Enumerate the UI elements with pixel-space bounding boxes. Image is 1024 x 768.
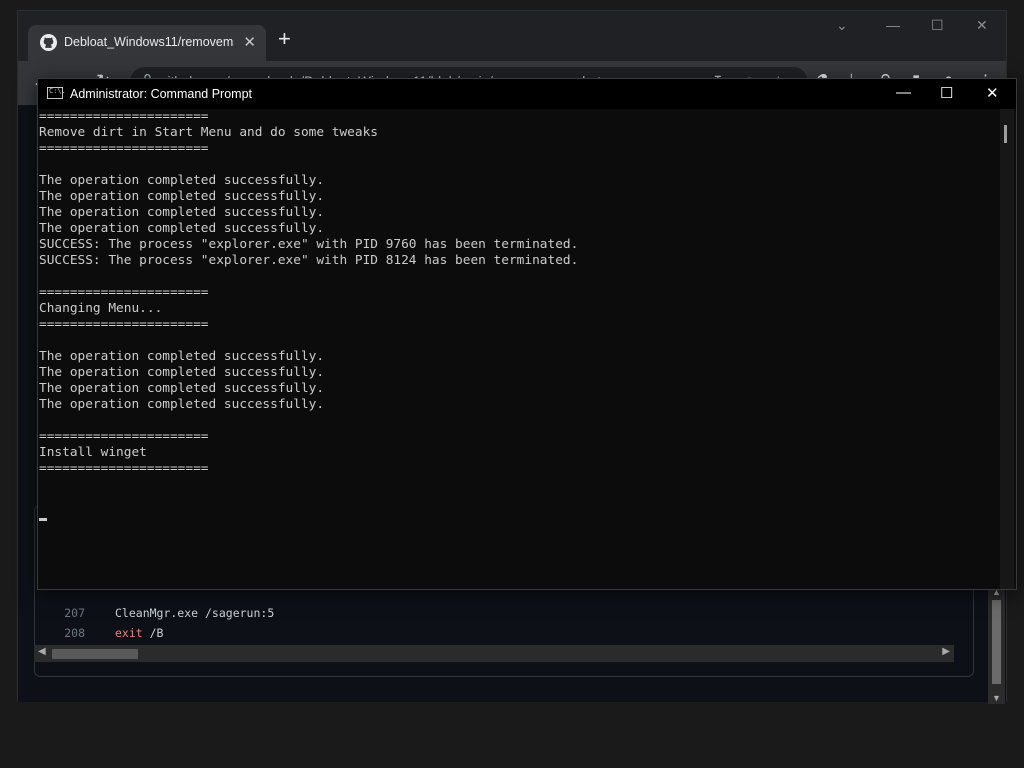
code-line: 207 CleanMgr.exe /sagerun:5 xyxy=(35,606,973,626)
cmd-titlebar[interactable]: C:\. Administrator: Command Prompt — ☐ ✕ xyxy=(38,79,1016,109)
code-line: 208 exit /B xyxy=(35,626,973,646)
keyword: exit xyxy=(115,626,143,640)
minimize-icon[interactable]: — xyxy=(886,17,900,33)
page-vertical-scrollbar[interactable]: ▲ ▼ xyxy=(988,586,1005,704)
cmd-close-icon[interactable]: ✕ xyxy=(986,84,999,102)
line-number[interactable]: 208 xyxy=(45,626,85,640)
console-line: ====================== xyxy=(39,109,209,124)
console-line: The operation completed successfully. xyxy=(39,221,325,236)
console-line: The operation completed successfully. xyxy=(39,381,325,396)
console-line: ====================== xyxy=(39,429,209,444)
text-cursor xyxy=(39,518,47,521)
github-icon xyxy=(40,34,57,51)
console-line: ====================== xyxy=(39,285,209,300)
console-line: ====================== xyxy=(39,141,209,156)
console-line: The operation completed successfully. xyxy=(39,205,325,220)
console-line: Install winget xyxy=(39,445,147,460)
cmd-title: Administrator: Command Prompt xyxy=(70,87,253,101)
cmd-scrollbar[interactable] xyxy=(1000,109,1014,589)
keyword-args: /B xyxy=(142,626,164,640)
cmd-scroll-thumb[interactable] xyxy=(1004,125,1007,143)
scroll-right-icon[interactable]: ▶ xyxy=(942,646,950,657)
page-scroll-thumb[interactable] xyxy=(992,600,1001,684)
console-line: Changing Menu... xyxy=(39,301,163,316)
line-code: exit /B xyxy=(115,626,163,640)
console-line: ====================== xyxy=(39,461,209,476)
new-tab-button[interactable]: + xyxy=(278,26,291,52)
horizontal-scrollbar[interactable]: ◀ ▶ xyxy=(34,645,954,662)
command-prompt-window: C:\. Administrator: Command Prompt — ☐ ✕… xyxy=(37,78,1017,590)
console-line: SUCCESS: The process "explorer.exe" with… xyxy=(39,253,579,268)
console-line: Remove dirt in Start Menu and do some tw… xyxy=(39,125,378,140)
cmd-minimize-icon[interactable]: — xyxy=(896,84,911,101)
console-line: The operation completed successfully. xyxy=(39,397,325,412)
cmd-icon-text: C:\. xyxy=(49,87,66,95)
scroll-left-icon[interactable]: ◀ xyxy=(38,646,46,657)
console-line: The operation completed successfully. xyxy=(39,173,325,188)
line-code: CleanMgr.exe /sagerun:5 xyxy=(115,606,275,620)
tab-close-icon[interactable]: ✕ xyxy=(243,33,256,51)
horizontal-scroll-thumb[interactable] xyxy=(52,649,138,659)
console-line: SUCCESS: The process "explorer.exe" with… xyxy=(39,237,579,252)
console-line: The operation completed successfully. xyxy=(39,365,325,380)
maximize-icon[interactable]: ☐ xyxy=(931,17,944,34)
line-number[interactable]: 207 xyxy=(45,606,85,620)
console-output[interactable]: ====================== Remove dirt in Sta… xyxy=(39,109,999,589)
close-window-icon[interactable]: ✕ xyxy=(976,17,988,34)
browser-tab[interactable]: Debloat_Windows11/removems ✕ xyxy=(28,25,266,61)
console-line: The operation completed successfully. xyxy=(39,189,325,204)
cmd-maximize-icon[interactable]: ☐ xyxy=(940,84,953,102)
console-line: The operation completed successfully. xyxy=(39,349,325,364)
tab-title: Debloat_Windows11/removems xyxy=(64,35,234,49)
scroll-down-icon[interactable]: ▼ xyxy=(992,693,1001,703)
cmd-app-icon[interactable]: C:\. xyxy=(47,87,66,99)
console-prompt-line xyxy=(39,509,999,525)
tab-strip: Debloat_Windows11/removems ✕ + ⌄ — ☐ ✕ xyxy=(18,11,1006,61)
console-line: ====================== xyxy=(39,317,209,332)
tab-search-icon[interactable]: ⌄ xyxy=(836,17,848,34)
